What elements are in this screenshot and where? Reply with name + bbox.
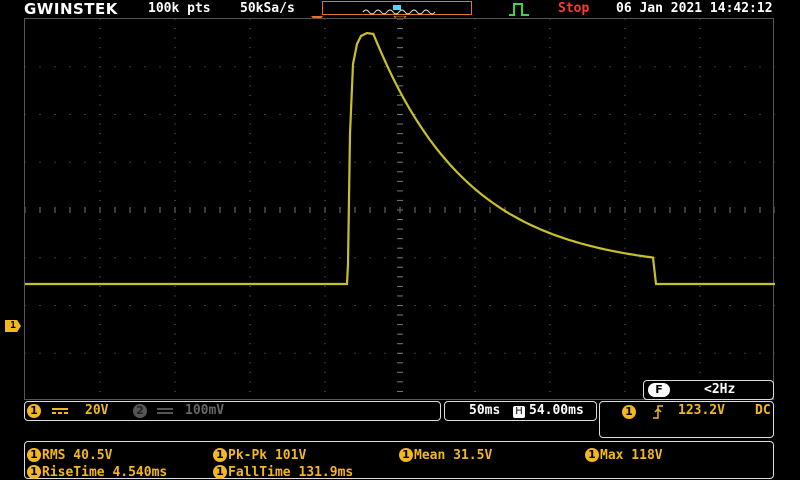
ch1-badge: 1 bbox=[27, 464, 41, 479]
ch1-badge: 1 bbox=[213, 464, 227, 479]
measurement-text: RiseTime 4.540ms bbox=[42, 465, 168, 480]
run-stop-status[interactable]: Stop bbox=[558, 1, 589, 16]
waveform-display[interactable] bbox=[24, 18, 775, 400]
record-length: 100k pts bbox=[148, 1, 211, 16]
ch1-trace bbox=[25, 31, 775, 286]
ch2-dc-coupling-icon bbox=[157, 408, 173, 414]
trigger-source-badge: 1 bbox=[622, 405, 636, 419]
horizontal-position-icon: H bbox=[513, 406, 525, 418]
timebase: 50ms bbox=[469, 403, 501, 418]
ch1-badge: 1 bbox=[27, 404, 41, 418]
horizontal-panel[interactable]: 50ms H 54.00ms bbox=[444, 401, 597, 421]
ch1-ground-marker[interactable]: 1 bbox=[5, 320, 21, 332]
rising-edge-icon bbox=[653, 405, 663, 419]
memory-position-bar[interactable] bbox=[322, 1, 472, 15]
trigger-level: 123.2V bbox=[678, 403, 725, 418]
ch1-badge: 1 bbox=[213, 447, 227, 462]
measurement-rise-time: 1 RiseTime 4.540ms bbox=[27, 461, 167, 480]
ch1-scale: 20V bbox=[85, 403, 109, 418]
horizontal-position: 54.00ms bbox=[529, 403, 584, 418]
measurement-text: FallTime 131.9ms bbox=[228, 465, 354, 480]
frequency-icon: F bbox=[648, 383, 670, 397]
frequency-value: <2Hz bbox=[704, 382, 736, 397]
brand-logo: GWINSTEK bbox=[24, 0, 118, 18]
measurement-mean: 1 Mean 31.5V bbox=[399, 444, 492, 463]
measurement-panel[interactable]: 1 RMS 40.5V 1 Pk-Pk 101V 1 Mean 31.5V 1 Max … bbox=[24, 441, 774, 480]
trigger-status-icon bbox=[509, 3, 529, 16]
dc-coupling-icon bbox=[52, 408, 68, 414]
ch1-badge: 1 bbox=[27, 447, 41, 462]
trigger-coupling: DC bbox=[755, 403, 771, 418]
frequency-panel: F <2Hz bbox=[643, 380, 774, 400]
measurement-max: 1 Max 118V bbox=[585, 444, 663, 463]
ch1-badge: 1 bbox=[585, 447, 599, 462]
vertical-panel[interactable]: 1 20V 2 100mV bbox=[24, 401, 441, 421]
ch2-scale: 100mV bbox=[185, 403, 225, 418]
sample-rate: 50kSa/s bbox=[240, 1, 295, 16]
trigger-panel[interactable]: 1 123.2V DC bbox=[599, 401, 774, 438]
measurement-fall-time: 1 FallTime 131.9ms bbox=[213, 461, 353, 480]
ch1-badge: 1 bbox=[399, 447, 413, 462]
measurement-text: Mean 31.5V bbox=[414, 448, 493, 463]
date-time: 06 Jan 2021 14:42:12 bbox=[616, 1, 773, 16]
measurement-text: Max 118V bbox=[600, 448, 663, 463]
ch2-badge: 2 bbox=[133, 404, 147, 418]
